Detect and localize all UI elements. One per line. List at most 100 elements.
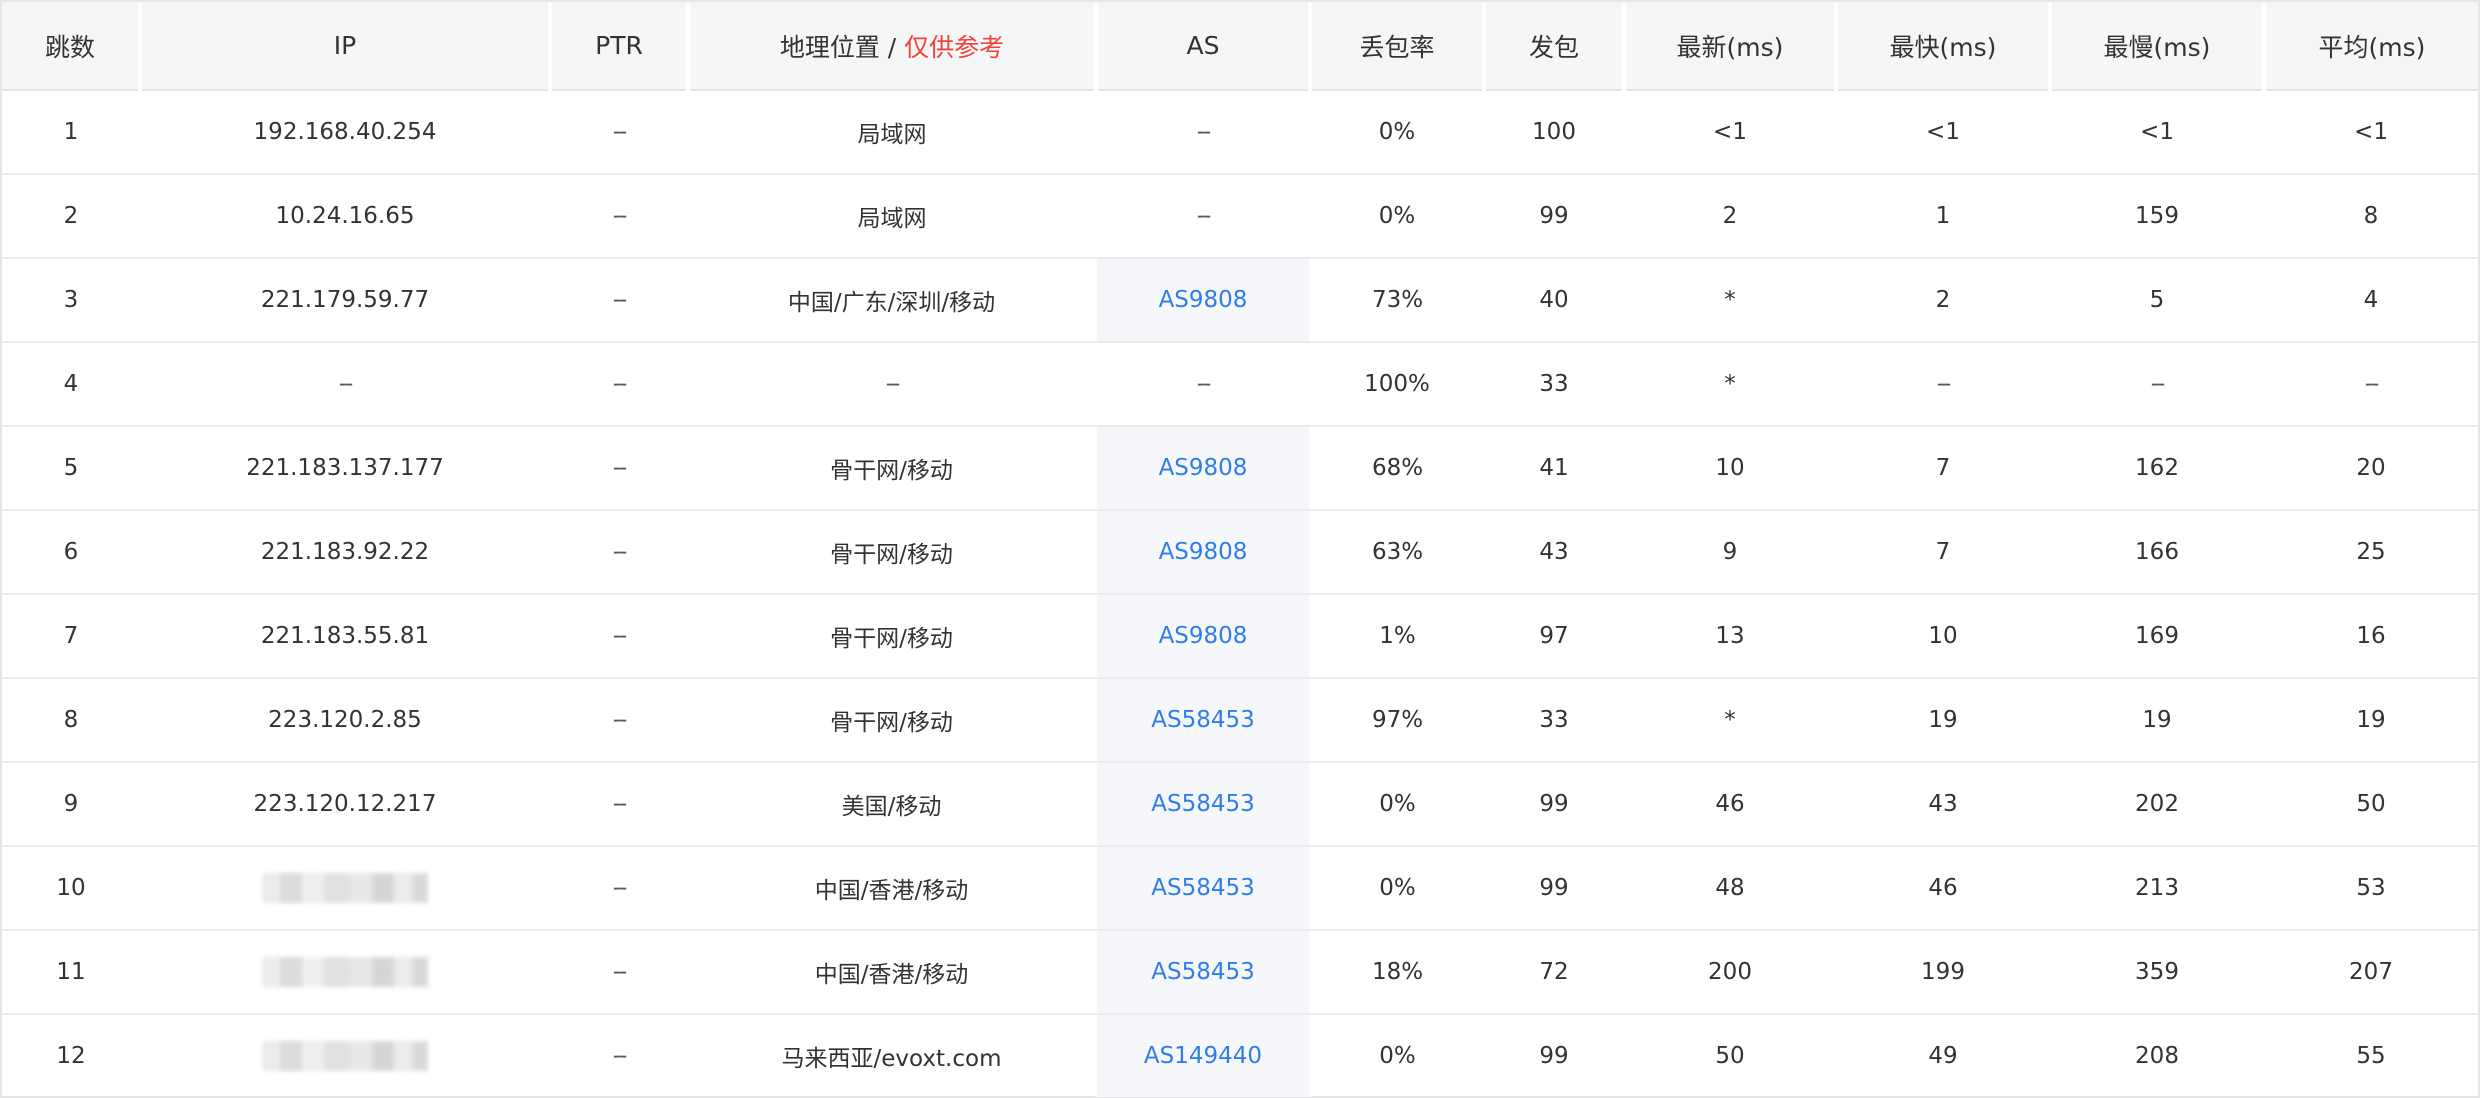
cell-avg: 207 [2264, 930, 2478, 1015]
traceroute-table-container: 跳数 IP PTR 地理位置 / 仅供参考 AS 丢包率 发包 最新(ms) 最… [0, 0, 2480, 1098]
redacted-ip [262, 1041, 428, 1071]
ptr-value: -- [612, 959, 628, 985]
last-value: * [1724, 287, 1736, 313]
last-value: * [1724, 707, 1736, 733]
cell-last: 200 [1624, 930, 1836, 1015]
loss-value: 100% [1364, 371, 1430, 397]
as-link[interactable]: AS58453 [1151, 791, 1255, 817]
cell-hop: 7 [2, 594, 140, 679]
cell-sent: 43 [1484, 510, 1624, 595]
sent-value: 99 [1539, 1043, 1569, 1069]
cell-as: AS9808 [1095, 510, 1311, 595]
cell-loss: 1% [1310, 594, 1484, 679]
cell-best: 10 [1836, 594, 2050, 679]
cell-sent: 99 [1484, 174, 1624, 259]
cell-ptr: -- [550, 846, 688, 931]
ip-value: 221.183.137.177 [246, 455, 444, 481]
cell-ip [140, 846, 550, 931]
cell-ip: 221.183.55.81 [140, 594, 550, 679]
as-link[interactable]: AS149440 [1144, 1043, 1262, 1069]
best-value: 10 [1928, 623, 1958, 649]
cell-worst: 19 [2050, 678, 2264, 763]
cell-ip: 221.179.59.77 [140, 258, 550, 343]
header-geo-reference-note: 仅供参考 [904, 32, 1005, 62]
cell-hop: 11 [2, 930, 140, 1015]
cell-ip [140, 1014, 550, 1097]
as-link[interactable]: AS58453 [1151, 875, 1255, 901]
cell-geo: 马来西亚/evoxt.com [688, 1014, 1096, 1097]
worst-value: 169 [2135, 623, 2179, 649]
as-link[interactable]: AS9808 [1159, 455, 1248, 481]
sent-value: 100 [1532, 119, 1576, 145]
redacted-ip [262, 873, 428, 903]
cell-as: AS58453 [1095, 762, 1311, 847]
cell-as: AS9808 [1095, 426, 1311, 511]
loss-value: 68% [1371, 455, 1424, 481]
cell-worst: 162 [2050, 426, 2264, 511]
loss-value: 63% [1371, 539, 1424, 565]
cell-last: 46 [1624, 762, 1836, 847]
cell-geo: 美国/移动 [688, 762, 1096, 847]
cell-worst: 166 [2050, 510, 2264, 595]
hop-value: 9 [63, 791, 79, 817]
as-link[interactable]: AS58453 [1151, 707, 1255, 733]
redacted-ip [262, 957, 428, 987]
cell-as: -- [1096, 174, 1310, 259]
ptr-value: -- [612, 287, 628, 313]
geo-value: 中国/香港/移动 [814, 962, 969, 988]
as-link[interactable]: AS9808 [1159, 623, 1248, 649]
header-avg: 平均(ms) [2264, 2, 2478, 91]
cell-sent: 99 [1484, 846, 1624, 931]
sent-value: 40 [1539, 287, 1569, 313]
as-link[interactable]: AS9808 [1159, 287, 1248, 313]
cell-avg: 4 [2264, 258, 2478, 343]
cell-hop: 9 [2, 762, 140, 847]
ip-value: 221.183.92.22 [260, 539, 430, 565]
cell-hop: 6 [2, 510, 140, 595]
header-as: AS [1096, 2, 1312, 91]
cell-last: 10 [1624, 426, 1836, 511]
ptr-value: -- [612, 1043, 628, 1069]
cell-as: AS9808 [1095, 594, 1311, 679]
hop-value: 12 [56, 1043, 86, 1069]
table-row: 10 -- 中国/香港/移动 AS58453 0% 99 48 46 213 53 [2, 846, 2478, 931]
sent-value: 41 [1539, 455, 1569, 481]
sent-value: 43 [1539, 539, 1569, 565]
loss-value: 0% [1379, 791, 1416, 817]
geo-value: 骨干网/移动 [830, 710, 953, 736]
as-link[interactable]: AS9808 [1159, 539, 1248, 565]
hop-value: 4 [63, 371, 79, 397]
cell-sent: 40 [1484, 258, 1624, 343]
sent-value: 99 [1539, 791, 1569, 817]
cell-hop: 4 [2, 342, 140, 427]
cell-avg: 8 [2264, 174, 2478, 259]
table-row: 9 223.120.12.217 -- 美国/移动 AS58453 0% 99 46 43 202… [2, 762, 2478, 847]
cell-as: AS58453 [1095, 930, 1311, 1015]
ptr-value: -- [612, 539, 628, 565]
cell-sent: 72 [1484, 930, 1624, 1015]
cell-best: 2 [1836, 258, 2050, 343]
avg-value: <1 [2354, 119, 2388, 145]
cell-as: AS149440 [1095, 1014, 1311, 1097]
cell-ip: 10.24.16.65 [140, 174, 550, 259]
hop-value: 11 [56, 959, 86, 985]
ptr-value: -- [612, 455, 628, 481]
cell-loss: 18% [1310, 930, 1484, 1015]
avg-value: 20 [2356, 455, 2386, 481]
cell-last: <1 [1624, 90, 1836, 175]
ip-value: 223.120.12.217 [253, 791, 437, 817]
worst-value: 208 [2135, 1043, 2179, 1069]
as-link[interactable]: AS58453 [1151, 959, 1255, 985]
cell-ip [140, 930, 550, 1015]
avg-value: 19 [2356, 707, 2386, 733]
geo-value: 中国/香港/移动 [814, 878, 969, 904]
as-value: -- [1196, 371, 1212, 397]
cell-ip: 223.120.2.85 [140, 678, 550, 763]
best-value: 2 [1935, 287, 1951, 313]
cell-last: 48 [1624, 846, 1836, 931]
table-row: 2 10.24.16.65 -- 局域网 -- 0% 99 2 1 159 8 [2, 174, 2478, 259]
cell-avg: -- [2264, 342, 2478, 427]
sent-value: 33 [1539, 371, 1569, 397]
cell-best: 199 [1836, 930, 2050, 1015]
cell-worst: 159 [2050, 174, 2264, 259]
